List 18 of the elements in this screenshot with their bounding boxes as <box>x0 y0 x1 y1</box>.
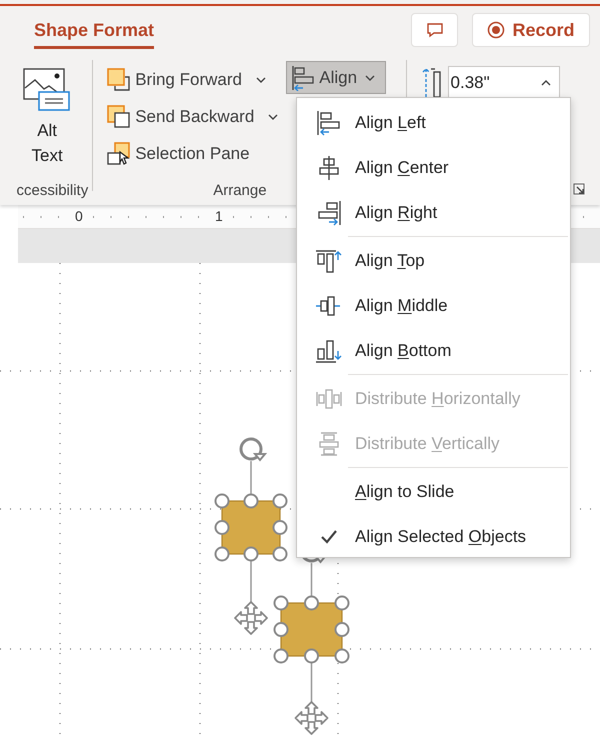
menu-item[interactable]: Align Middle <box>297 283 570 328</box>
menu-item[interactable]: Align Selected Objects <box>297 514 570 559</box>
ribbon-button[interactable]: Selection Pane <box>107 135 278 172</box>
group-label: ccessibility <box>16 182 88 199</box>
alt-text-button[interactable]: Alt Text <box>22 68 72 168</box>
height-field[interactable]: 0.38" <box>448 66 560 99</box>
menu-item[interactable]: Align to Slide <box>297 469 570 514</box>
menu-item[interactable]: Align Top <box>297 238 570 283</box>
group-label: Arrange <box>213 182 267 199</box>
shape-format-tab[interactable]: Shape Format <box>34 14 154 48</box>
record-button[interactable]: Record <box>472 13 590 47</box>
menu-item[interactable]: Align Left <box>297 100 570 145</box>
menu-item[interactable]: Align Bottom <box>297 328 570 373</box>
menu-item[interactable]: Align Right <box>297 190 570 235</box>
ribbon-button[interactable]: Bring Forward <box>107 61 278 98</box>
align-button[interactable]: Align <box>286 61 386 94</box>
ribbon-button[interactable]: Send Backward <box>107 98 278 135</box>
menu-item[interactable]: Align Center <box>297 145 570 190</box>
